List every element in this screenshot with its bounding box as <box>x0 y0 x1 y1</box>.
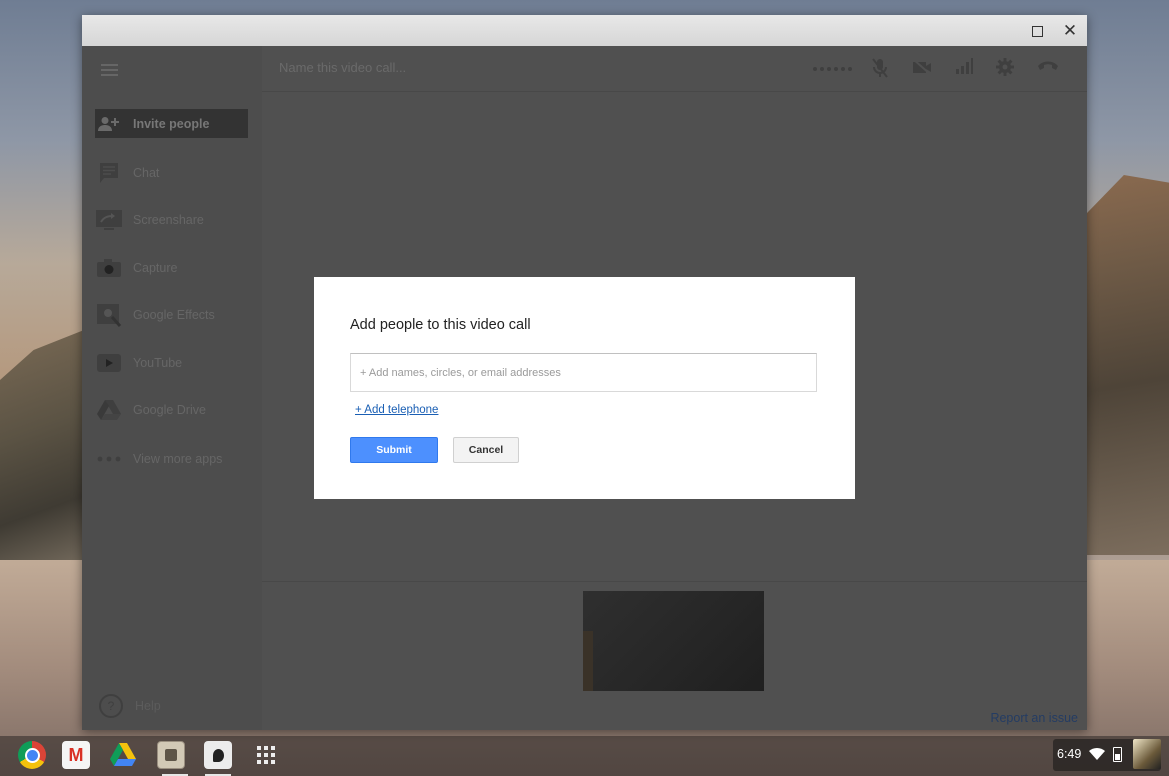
sidebar-item-invite-people[interactable]: Invite people <box>95 109 248 138</box>
photo-app-icon[interactable] <box>157 741 185 769</box>
wifi-icon <box>1089 747 1105 760</box>
submit-button[interactable]: Submit <box>350 437 438 463</box>
close-icon: ✕ <box>1062 21 1078 40</box>
signal-dots-icon <box>812 59 852 79</box>
menu-icon[interactable] <box>101 64 118 79</box>
sidebar-item-screenshare[interactable]: Screenshare <box>95 205 248 234</box>
clock: 6:49 <box>1057 747 1082 761</box>
sidebar-item-view-more-apps[interactable]: View more apps <box>95 444 248 473</box>
screenshare-icon <box>95 209 123 231</box>
sidebar-item-label: YouTube <box>133 355 183 370</box>
sidebar-item-capture[interactable]: Capture <box>95 253 248 282</box>
add-telephone-link[interactable]: + Add telephone <box>355 404 438 416</box>
maximize-icon <box>1031 25 1043 37</box>
call-name-field[interactable]: Name this video call... <box>279 60 406 75</box>
avatar <box>1133 739 1161 769</box>
sidebar-item-label: Screenshare <box>133 212 204 227</box>
self-video-preview[interactable] <box>583 591 764 691</box>
sidebar: Invite people Chat Screenshare Capture G <box>82 46 262 730</box>
settings-icon[interactable] <box>996 58 1014 78</box>
invite-input[interactable] <box>350 353 817 392</box>
report-issue-link[interactable]: Report an issue <box>990 711 1078 725</box>
chrome-icon[interactable] <box>18 741 46 769</box>
battery-icon <box>1113 747 1122 762</box>
more-icon <box>95 448 123 470</box>
effects-icon <box>95 303 123 327</box>
maximize-button[interactable] <box>1025 19 1049 43</box>
sidebar-item-label: Invite people <box>133 116 210 131</box>
drive-icon <box>95 399 123 421</box>
window-titlebar[interactable]: ✕ <box>82 15 1087 46</box>
youtube-icon <box>95 352 123 374</box>
dialog-title: Add people to this video call <box>350 317 531 333</box>
sidebar-item-chat[interactable]: Chat <box>95 158 248 187</box>
sidebar-item-google-drive[interactable]: Google Drive <box>95 395 248 424</box>
sidebar-item-label: Chat <box>133 165 160 180</box>
wallpaper-rock-right <box>1087 175 1169 555</box>
sidebar-item-label: Google Effects <box>133 307 215 322</box>
invite-dialog: Add people to this video call + Add tele… <box>314 277 855 499</box>
taskbar-shelf: M 6:49 <box>0 736 1169 776</box>
sidebar-item-label: View more apps <box>133 451 223 466</box>
cancel-button[interactable]: Cancel <box>453 437 519 463</box>
sidebar-item-youtube[interactable]: YouTube <box>95 348 248 377</box>
app-launcher-icon[interactable] <box>257 746 275 764</box>
mute-mic-icon[interactable] <box>872 58 888 78</box>
status-tray[interactable]: 6:49 <box>1053 739 1161 771</box>
bandwidth-icon[interactable] <box>955 58 973 78</box>
sidebar-item-label: Google Drive <box>133 402 206 417</box>
camera-off-icon[interactable] <box>912 58 932 78</box>
help-label: Help <box>135 699 161 713</box>
sidebar-item-label: Capture <box>133 260 178 275</box>
gmail-icon[interactable]: M <box>62 741 90 769</box>
wallpaper-rock-left <box>0 330 84 580</box>
help-link[interactable]: ? Help <box>95 694 161 718</box>
call-toolbar: Name this video call... <box>262 46 1087 92</box>
sidebar-item-google-effects[interactable]: Google Effects <box>95 300 248 329</box>
self-view-strip: Report an issue <box>262 581 1087 730</box>
chat-icon <box>95 162 123 184</box>
hangouts-icon[interactable] <box>204 741 232 769</box>
add-person-icon <box>95 113 123 135</box>
help-icon: ? <box>99 694 123 718</box>
close-button[interactable]: ✕ <box>1058 19 1082 43</box>
camera-icon <box>95 257 123 279</box>
drive-icon[interactable] <box>109 741 137 769</box>
hang-up-icon[interactable] <box>1036 58 1060 78</box>
